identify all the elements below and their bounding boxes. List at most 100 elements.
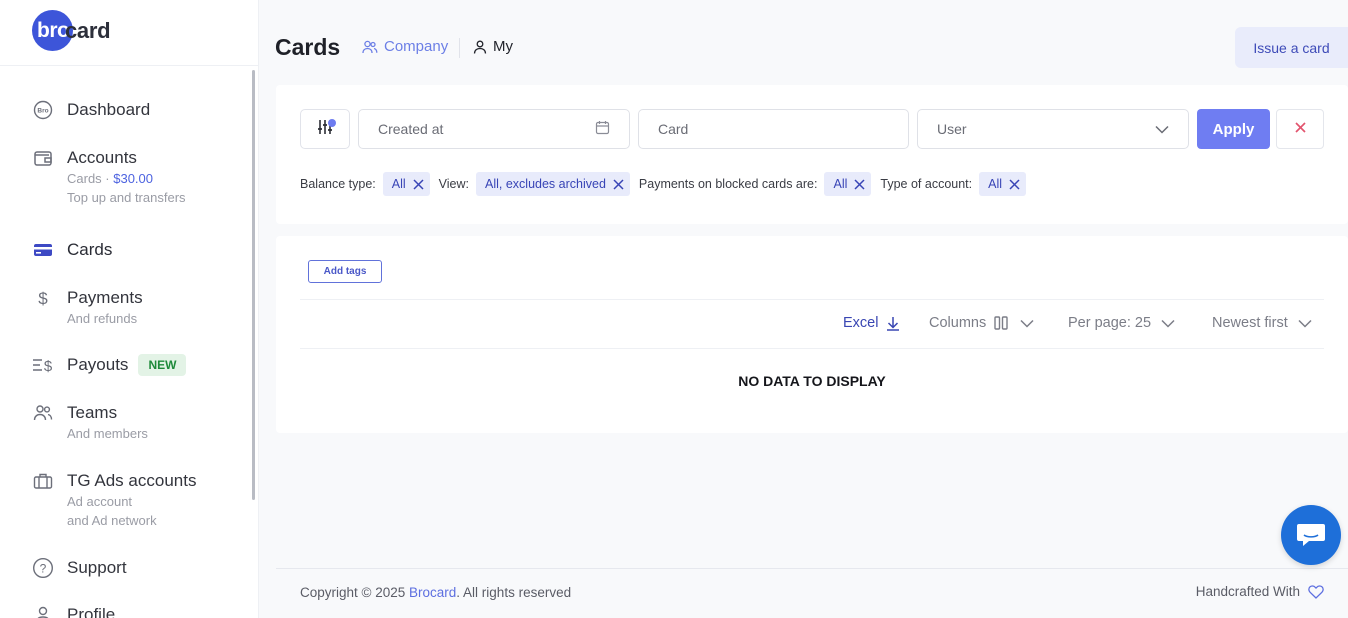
- tab-company-label: Company: [384, 38, 449, 55]
- footer-divider: [276, 568, 1348, 569]
- active-filter-dot: [328, 119, 336, 127]
- copyright-text: Copyright © 2025 Brocard. All rights res…: [300, 585, 571, 600]
- add-tags-button[interactable]: Add tags: [308, 260, 382, 283]
- divider: [300, 348, 1324, 349]
- svg-text:$: $: [44, 358, 53, 375]
- sidebar-scrollbar[interactable]: [252, 70, 255, 500]
- svg-text:Bro: Bro: [37, 108, 48, 115]
- briefcase-icon: [32, 470, 54, 492]
- issue-card-button[interactable]: Issue a card: [1235, 27, 1348, 68]
- sidebar-item-tg-ads-accounts[interactable]: TG Ads accounts Ad account and Ad networ…: [32, 470, 196, 530]
- logo-wordmark: card: [65, 17, 111, 43]
- empty-state-message: NO DATA TO DISPLAY: [738, 373, 886, 389]
- svg-text:?: ?: [40, 562, 47, 576]
- sort-label: Newest first: [1212, 315, 1288, 331]
- tab-my-label: My: [493, 38, 513, 55]
- apply-button[interactable]: Apply: [1197, 109, 1270, 149]
- chevron-down-icon: [1288, 319, 1312, 328]
- card-search-field[interactable]: Card: [638, 109, 909, 149]
- credit-card-icon: [32, 239, 54, 261]
- remove-chip-icon[interactable]: [413, 178, 424, 190]
- sidebar-item-label: TG Ads accounts: [67, 471, 197, 490]
- bro-icon: Bro: [32, 99, 54, 121]
- sidebar-item-dashboard[interactable]: Bro Dashboard: [32, 99, 150, 121]
- sidebar-item-payments[interactable]: $ Payments And refunds: [32, 287, 143, 328]
- svg-text:$: $: [38, 289, 48, 308]
- sidebar-divider: [0, 65, 259, 66]
- per-page-dropdown[interactable]: Per page: 25: [1068, 315, 1175, 331]
- columns-dropdown[interactable]: Columns: [929, 315, 1034, 331]
- users-icon: [32, 402, 54, 424]
- teams-subtitle: And members: [67, 426, 148, 441]
- clear-filters-button[interactable]: [1276, 109, 1324, 149]
- chip-value: All: [833, 177, 848, 191]
- handcrafted-label: Handcrafted With: [1195, 584, 1300, 599]
- filter-settings-button[interactable]: [300, 109, 350, 149]
- chevron-down-icon: [1008, 319, 1034, 328]
- filter-label-balance-type: Balance type:: [300, 177, 376, 191]
- filter-label-blocked-payments: Payments on blocked cards are:: [638, 177, 818, 191]
- filter-label-view: View:: [438, 177, 469, 191]
- handcrafted-text: Handcrafted With: [1196, 584, 1324, 599]
- chip-value: All: [391, 177, 406, 191]
- copyright-suffix: . All rights reserved: [456, 585, 572, 600]
- sort-dropdown[interactable]: Newest first: [1212, 315, 1312, 331]
- chat-widget-button[interactable]: [1281, 505, 1341, 565]
- chip-value: All, excludes archived: [485, 177, 606, 191]
- wallet-icon: [32, 147, 54, 169]
- cards-table-panel: Add tags Excel Columns Per page: 25 Newe…: [276, 236, 1348, 433]
- user-placeholder: User: [937, 121, 967, 137]
- tab-my[interactable]: My: [473, 38, 513, 55]
- accounts-subtitle: Top up and transfers: [67, 190, 186, 205]
- remove-chip-icon[interactable]: [1009, 178, 1020, 190]
- cards-label: Cards ·: [67, 171, 114, 186]
- filter-chip-blocked-payments[interactable]: All: [824, 172, 872, 196]
- sidebar-item-label: Dashboard: [67, 100, 151, 119]
- sidebar-item-label: Payments: [67, 288, 143, 307]
- created-at-field[interactable]: Created at: [358, 109, 630, 149]
- calendar-icon: [595, 120, 610, 138]
- divider: [300, 299, 1324, 300]
- user-select[interactable]: User: [917, 109, 1189, 149]
- sidebar-item-label: Teams: [67, 403, 118, 422]
- sidebar-item-label: Accounts: [67, 148, 137, 167]
- filter-label-account-type: Type of account:: [880, 177, 973, 191]
- heart-icon: [1300, 584, 1324, 599]
- remove-chip-icon[interactable]: [613, 178, 624, 190]
- sidebar-item-label: Payouts: [67, 355, 129, 374]
- payments-subtitle: And refunds: [67, 311, 138, 326]
- filter-chip-balance-type[interactable]: All: [382, 172, 430, 196]
- user-icon: [473, 40, 487, 54]
- sidebar-item-payouts[interactable]: $ Payouts NEW: [32, 354, 187, 376]
- sidebar: bro card Bro Dashboard Accounts Cards · …: [0, 0, 259, 618]
- sidebar-item-profile[interactable]: Profile: [32, 604, 115, 618]
- brocard-logo[interactable]: bro card: [32, 10, 111, 51]
- close-icon: [1294, 120, 1306, 138]
- page-title: Cards: [275, 34, 341, 60]
- filter-chip-account-type[interactable]: All: [979, 172, 1027, 196]
- chevron-down-icon: [1151, 319, 1175, 328]
- excel-label: Excel: [843, 315, 879, 331]
- accounts-balance: Cards · $30.00: [67, 169, 186, 188]
- tab-divider: [459, 38, 460, 58]
- excel-export-button[interactable]: Excel: [843, 315, 900, 331]
- cards-balance-amount[interactable]: $30.00: [113, 171, 153, 186]
- sidebar-item-accounts[interactable]: Accounts Cards · $30.00 Top up and trans…: [32, 147, 186, 207]
- filters-panel: Created at Card User Apply Balance type:…: [276, 85, 1348, 224]
- remove-chip-icon[interactable]: [854, 178, 865, 190]
- sidebar-item-support[interactable]: ? Support: [32, 557, 127, 579]
- tab-company[interactable]: Company: [362, 38, 448, 55]
- user-icon: [32, 604, 54, 618]
- filter-chip-view[interactable]: All, excludes archived: [476, 172, 630, 196]
- sidebar-item-label: Cards: [67, 240, 113, 259]
- download-icon: [878, 316, 900, 331]
- sidebar-item-teams[interactable]: Teams And members: [32, 402, 148, 443]
- created-at-placeholder: Created at: [378, 121, 444, 137]
- payouts-icon: $: [32, 354, 54, 376]
- card-placeholder: Card: [658, 121, 689, 137]
- sidebar-item-label: Support: [67, 558, 127, 577]
- brocard-link[interactable]: Brocard: [409, 585, 456, 600]
- sidebar-item-cards[interactable]: Cards: [32, 239, 112, 261]
- help-icon: ?: [32, 557, 54, 579]
- columns-icon: [986, 316, 1008, 330]
